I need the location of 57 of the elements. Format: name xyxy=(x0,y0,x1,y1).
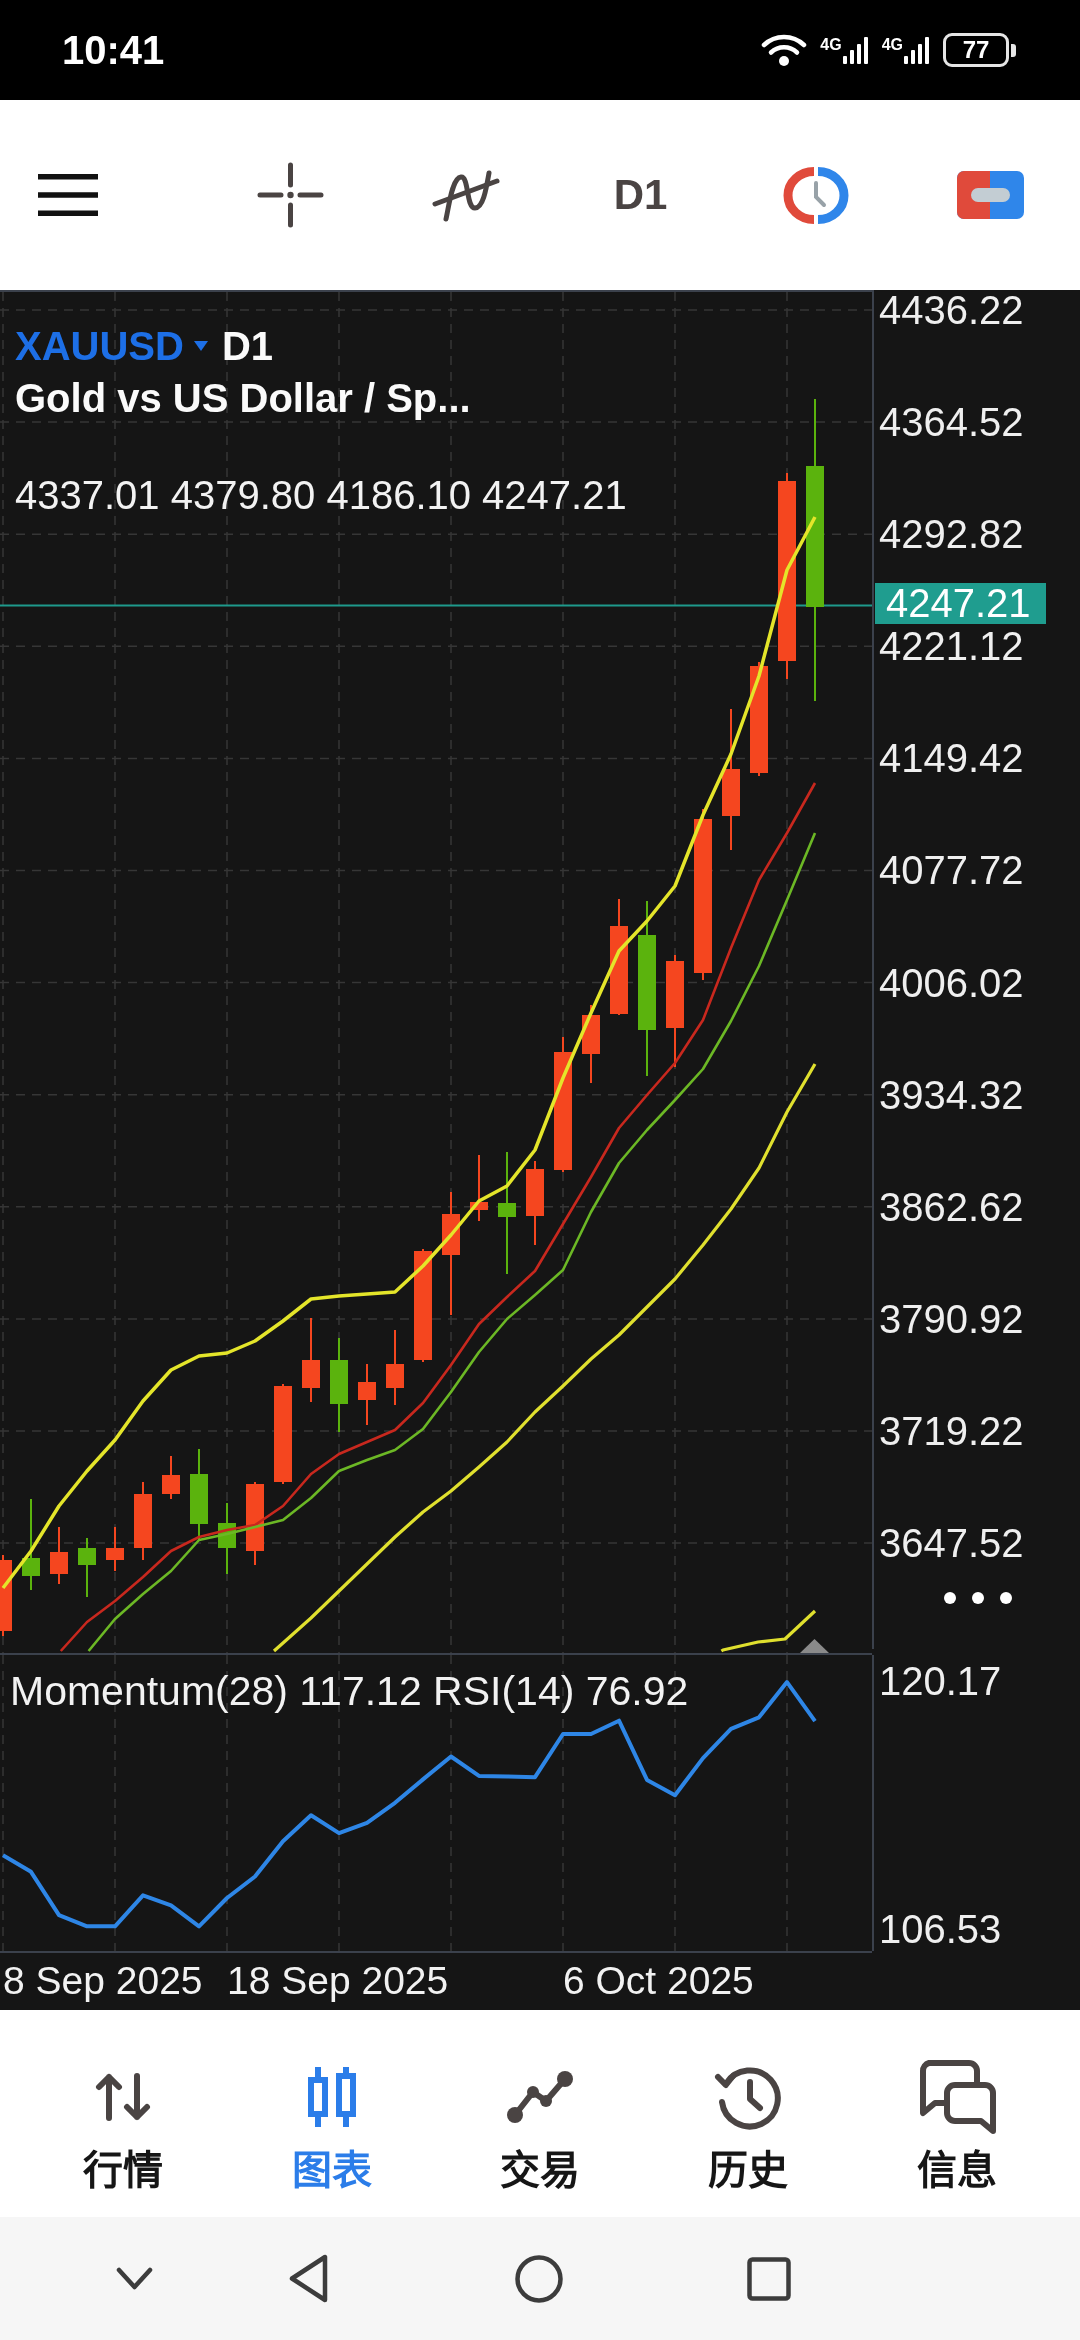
network-type-label: 4G xyxy=(881,36,903,53)
price-label: 4292.82 xyxy=(879,514,1025,555)
wifi-icon xyxy=(761,33,808,67)
candlestick xyxy=(50,1527,68,1584)
price-label: 4221.12 xyxy=(879,626,1025,667)
signal-icon xyxy=(842,36,869,64)
status-time: 10:41 xyxy=(62,30,165,70)
y-tick-label: 120.17 xyxy=(879,1661,1002,1702)
symbol-description: Gold vs US Dollar / Sp... xyxy=(15,375,472,422)
chevron-down-icon[interactable] xyxy=(116,2267,153,2290)
price-label: 4006.02 xyxy=(879,962,1025,1003)
candlestick xyxy=(106,1527,124,1571)
date-label: 6 Oct 2025 xyxy=(563,1958,754,2004)
more-icon[interactable] xyxy=(944,1592,1012,1604)
price-label: 4436.22 xyxy=(879,290,1025,330)
price-label: 3719.22 xyxy=(879,1410,1025,1451)
timeframe-button[interactable]: D1 xyxy=(613,174,668,216)
arrows-up-down-icon[interactable] xyxy=(95,2073,152,2121)
network-type-label: 4G xyxy=(820,36,842,53)
clock-icon[interactable] xyxy=(780,166,851,224)
nav-tab[interactable]: 历史 xyxy=(644,2010,853,2217)
toggle-icon[interactable] xyxy=(957,171,1024,219)
caret-icon xyxy=(193,341,208,351)
triangle-icon xyxy=(800,1639,829,1653)
price-label: 3790.92 xyxy=(879,1298,1025,1339)
nav-tab[interactable]: 交易 xyxy=(435,2010,645,2217)
ohlc-values: 4337.01 4379.80 4186.10 4247.21 xyxy=(15,475,627,515)
crosshair-icon[interactable] xyxy=(257,162,324,228)
price-label: 4364.52 xyxy=(879,402,1025,443)
candlestick xyxy=(78,1538,96,1597)
price-label: 3647.52 xyxy=(879,1523,1025,1564)
price-label: 3862.62 xyxy=(879,1186,1025,1227)
recents-icon[interactable] xyxy=(747,2256,791,2301)
battery-indicator: 77 xyxy=(943,33,1016,67)
candlestick xyxy=(218,1503,236,1574)
candlestick xyxy=(358,1364,376,1425)
price-label: 3934.32 xyxy=(879,1074,1025,1115)
signal-icon xyxy=(904,36,930,64)
wave-icon[interactable] xyxy=(430,168,501,222)
timeframe-label: D1 xyxy=(221,323,274,370)
home-icon[interactable] xyxy=(515,2254,563,2303)
back-icon[interactable] xyxy=(288,2253,329,2304)
candlestick xyxy=(162,1456,180,1499)
candlestick xyxy=(470,1155,488,1221)
price-label: 4077.72 xyxy=(879,850,1025,891)
nav-tab[interactable]: 信息 xyxy=(852,2010,1062,2217)
nav-tab[interactable]: 行情 xyxy=(19,2010,228,2217)
price-label: 4149.42 xyxy=(879,738,1025,779)
symbol-selector[interactable]: XAUUSD xyxy=(15,320,208,372)
indicator-legend: Momentum(28) 117.12 RSI(14) 76.92 xyxy=(10,1671,689,1711)
date-label: 18 Sep 2025 xyxy=(227,1958,449,2004)
date-label: 8 Sep 2025 xyxy=(3,1958,203,2004)
current-price-tag: 4247.21 xyxy=(875,583,1046,624)
menu-icon[interactable] xyxy=(38,174,98,216)
nav-tab[interactable]: 图表 xyxy=(227,2010,436,2217)
line-chart-icon[interactable] xyxy=(506,2070,574,2124)
y-tick-label: 106.53 xyxy=(879,1908,1002,1949)
